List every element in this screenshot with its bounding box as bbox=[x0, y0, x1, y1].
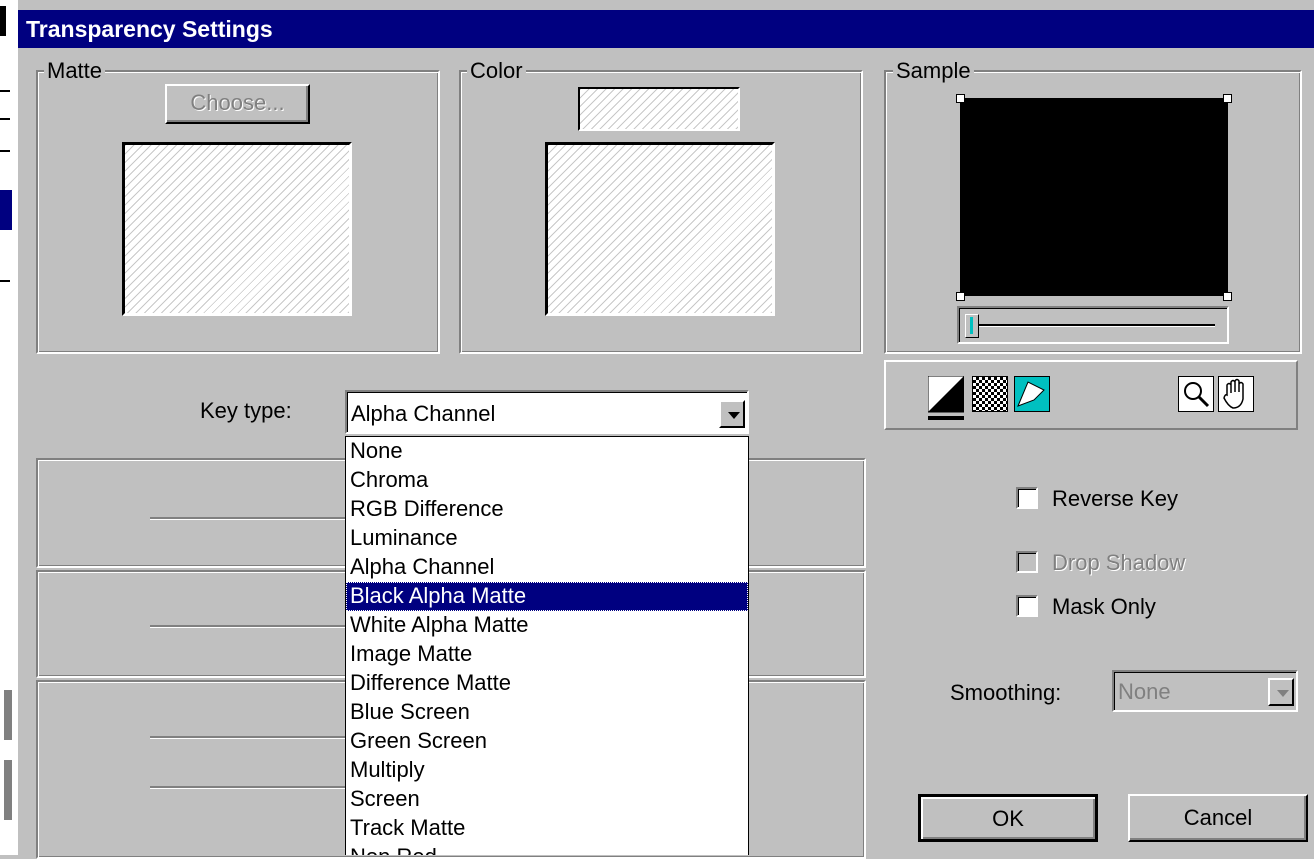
key-type-select[interactable]: Alpha Channel bbox=[345, 390, 749, 434]
color-swatch[interactable] bbox=[578, 87, 740, 131]
list-item[interactable]: Image Matte bbox=[346, 640, 748, 669]
color-preview bbox=[545, 142, 775, 316]
key-type-selected: Alpha Channel bbox=[351, 401, 496, 426]
hand-icon[interactable] bbox=[1218, 376, 1254, 412]
list-item[interactable]: RGB Difference bbox=[346, 495, 748, 524]
parameter-slider-3[interactable] bbox=[150, 736, 345, 739]
drop-shadow-checkbox[interactable] bbox=[1016, 551, 1038, 573]
smoothing-value: None bbox=[1118, 679, 1171, 704]
choose-matte-button[interactable]: Choose... bbox=[165, 84, 310, 124]
sample-group-label: Sample bbox=[893, 60, 974, 82]
list-item[interactable]: Difference Matte bbox=[346, 669, 748, 698]
sample-handle-tl[interactable] bbox=[956, 94, 965, 103]
sample-handle-tr[interactable] bbox=[1223, 94, 1232, 103]
smoothing-dropdown-button[interactable] bbox=[1268, 678, 1294, 706]
reverse-key-checkbox[interactable] bbox=[1016, 487, 1038, 509]
parameter-slider-1[interactable] bbox=[150, 517, 345, 520]
reverse-key-label[interactable]: Reverse Key bbox=[1052, 486, 1178, 512]
background-window-edge bbox=[0, 0, 18, 855]
list-item[interactable]: Screen bbox=[346, 785, 748, 814]
sample-preview bbox=[960, 98, 1228, 296]
smoothing-label: Smoothing: bbox=[950, 680, 1062, 705]
chevron-down-icon bbox=[1277, 690, 1289, 697]
list-item[interactable]: None bbox=[346, 437, 748, 466]
alpha-channel-icon[interactable] bbox=[1014, 376, 1050, 412]
color-group-label: Color bbox=[467, 60, 526, 82]
list-item[interactable]: Alpha Channel bbox=[346, 553, 748, 582]
sample-time-slider[interactable] bbox=[957, 306, 1229, 344]
list-item[interactable]: White Alpha Matte bbox=[346, 611, 748, 640]
key-type-dropdown-button[interactable] bbox=[719, 400, 745, 428]
list-item[interactable]: Non Red bbox=[346, 843, 748, 855]
parameter-slider-4[interactable] bbox=[150, 786, 345, 789]
matte-preview bbox=[122, 142, 352, 316]
ok-button[interactable]: OK bbox=[918, 794, 1098, 842]
mask-only-checkbox[interactable] bbox=[1016, 595, 1038, 617]
checkerboard-icon[interactable] bbox=[972, 376, 1008, 412]
list-item[interactable]: Blue Screen bbox=[346, 698, 748, 727]
mask-only-label[interactable]: Mask Only bbox=[1052, 594, 1156, 620]
list-item[interactable]: Chroma bbox=[346, 466, 748, 495]
slider-thumb[interactable] bbox=[965, 314, 979, 338]
drop-shadow-label[interactable]: Drop Shadow bbox=[1052, 550, 1185, 576]
slider-track bbox=[969, 324, 1215, 327]
dialog-title-bar: Transparency Settings bbox=[18, 10, 1314, 48]
dialog-title: Transparency Settings bbox=[26, 16, 273, 42]
key-type-label: Key type: bbox=[200, 398, 292, 423]
parameter-slider-2[interactable] bbox=[150, 625, 345, 628]
list-item[interactable]: Multiply bbox=[346, 756, 748, 785]
background-toggle-icon[interactable] bbox=[927, 375, 965, 420]
list-item[interactable]: Luminance bbox=[346, 524, 748, 553]
smoothing-select[interactable]: None bbox=[1112, 670, 1298, 712]
matte-group-label: Matte bbox=[44, 60, 106, 82]
cancel-button[interactable]: Cancel bbox=[1128, 794, 1308, 842]
sample-handle-br[interactable] bbox=[1223, 292, 1232, 301]
sample-handle-bl[interactable] bbox=[956, 292, 965, 301]
list-item[interactable]: Track Matte bbox=[346, 814, 748, 843]
list-item[interactable]: Green Screen bbox=[346, 727, 748, 756]
chevron-down-icon bbox=[728, 412, 740, 419]
key-type-options-list[interactable]: None Chroma RGB Difference Luminance Alp… bbox=[345, 436, 749, 855]
zoom-icon[interactable] bbox=[1178, 376, 1214, 412]
list-item-selected[interactable]: Black Alpha Matte bbox=[346, 582, 748, 611]
